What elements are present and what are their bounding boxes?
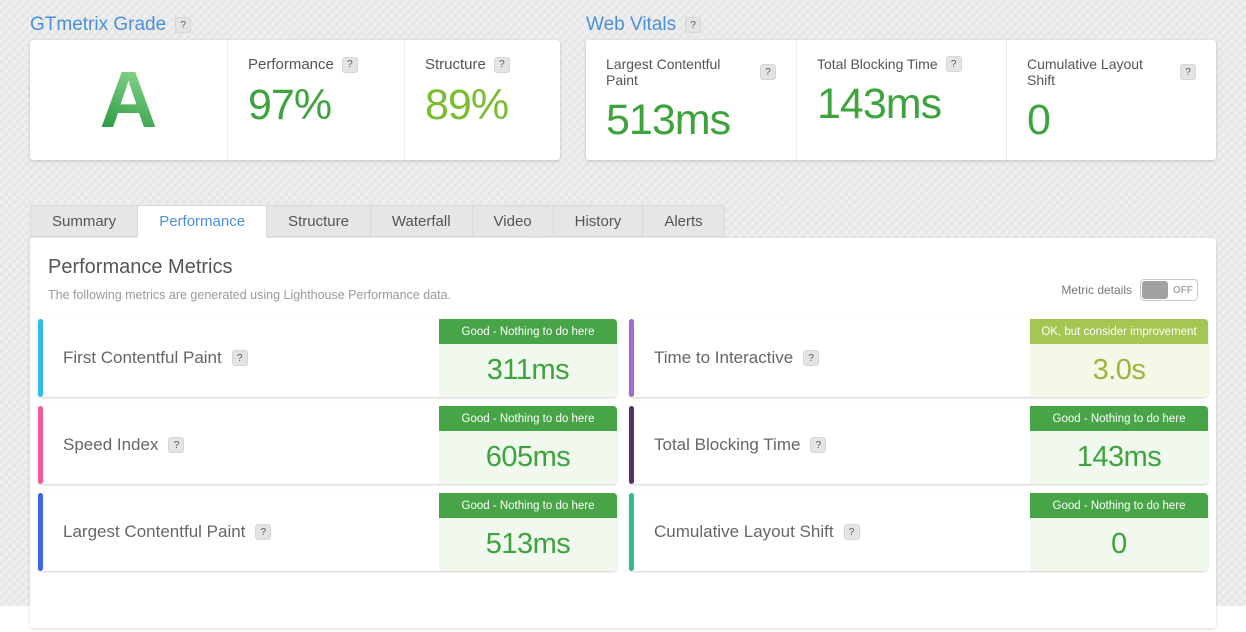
metric-details-toggle[interactable]: OFF <box>1140 279 1198 301</box>
metric-value: 143ms <box>1030 431 1208 484</box>
web-vitals-section: Web Vitals ? Largest Contentful Paint ? … <box>586 10 1216 160</box>
performance-panel: Performance Metrics The following metric… <box>30 238 1216 628</box>
metric-card-largest-contentful-paint: Largest Contentful Paint ? Good - Nothin… <box>38 493 617 571</box>
metric-value: 3.0s <box>1030 344 1208 397</box>
metric-accent-bar <box>629 493 634 571</box>
help-icon[interactable]: ? <box>255 524 272 540</box>
lcp-vital-value: 513ms <box>606 96 731 144</box>
help-icon[interactable]: ? <box>803 350 820 366</box>
metric-details-label: Metric details <box>1061 283 1132 297</box>
cls-vital-value: 0 <box>1027 96 1051 144</box>
metric-card-speed-index: Speed Index ? Good - Nothing to do here … <box>38 406 617 484</box>
metric-label: Cumulative Layout Shift <box>654 522 834 541</box>
web-vitals-card: Largest Contentful Paint ? 513ms Total B… <box>586 40 1216 160</box>
tab-summary[interactable]: Summary <box>30 205 138 237</box>
status-badge: Good - Nothing to do here <box>439 493 617 518</box>
metric-details-toggle-group: Metric details OFF <box>1061 279 1198 301</box>
panel-header-text: Performance Metrics The following metric… <box>48 256 451 302</box>
metric-card-first-contentful-paint: First Contentful Paint ? Good - Nothing … <box>38 319 617 397</box>
cls-vital-label: Cumulative Layout Shift <box>1027 56 1143 88</box>
metric-label: First Contentful Paint <box>63 348 222 367</box>
tab-history[interactable]: History <box>552 205 643 237</box>
performance-score-cell: Performance ? 97% <box>227 40 404 160</box>
metric-cards-grid: First Contentful Paint ? Good - Nothing … <box>38 319 1208 571</box>
status-badge: OK, but consider improvement <box>1030 319 1208 344</box>
web-vitals-header: Web Vitals ? <box>586 10 1216 40</box>
metric-result: Good - Nothing to do here 0 <box>1030 493 1208 571</box>
tab-alerts[interactable]: Alerts <box>642 205 725 237</box>
help-icon[interactable]: ? <box>810 437 827 453</box>
grade-section-title: GTmetrix Grade <box>30 14 167 35</box>
metric-result: Good - Nothing to do here 143ms <box>1030 406 1208 484</box>
help-icon[interactable]: ? <box>175 17 192 33</box>
grade-letter-cell: A <box>30 40 227 160</box>
grade-section-header: GTmetrix Grade ? <box>30 10 560 40</box>
gtmetrix-report-page: GTmetrix Grade ? A Performance ? 97% Str… <box>0 0 1246 632</box>
metric-card-cumulative-layout-shift: Cumulative Layout Shift ? Good - Nothing… <box>629 493 1208 571</box>
structure-score-value: 89% <box>425 81 509 129</box>
toggle-state-text: OFF <box>1173 284 1193 296</box>
panel-subtitle: The following metrics are generated usin… <box>48 288 452 302</box>
metric-accent-bar <box>629 319 634 397</box>
metric-accent-bar <box>38 406 43 484</box>
help-icon[interactable]: ? <box>341 56 358 73</box>
status-badge: Good - Nothing to do here <box>439 406 617 431</box>
grade-card: A Performance ? 97% Structure ? 89% <box>30 40 560 160</box>
performance-score-value: 97% <box>248 81 332 129</box>
tbt-vital-cell: Total Blocking Time ? 143ms <box>796 40 1006 160</box>
grade-letter: A <box>99 55 158 144</box>
structure-score-cell: Structure ? 89% <box>404 40 560 160</box>
metric-label: Largest Contentful Paint <box>63 522 246 541</box>
panel-header: Performance Metrics The following metric… <box>38 256 1208 302</box>
tbt-vital-value: 143ms <box>817 80 942 128</box>
tbt-vital-label: Total Blocking Time <box>817 56 938 72</box>
help-icon[interactable]: ? <box>685 17 702 33</box>
status-badge: Good - Nothing to do here <box>1030 493 1208 518</box>
panel-title: Performance Metrics <box>48 256 233 278</box>
metric-result: Good - Nothing to do here 513ms <box>439 493 617 571</box>
metric-value: 0 <box>1030 518 1208 571</box>
toggle-knob <box>1142 281 1168 299</box>
lcp-vital-cell: Largest Contentful Paint ? 513ms <box>586 40 796 160</box>
report-tabbar: Summary Performance Structure Waterfall … <box>30 205 1216 238</box>
grade-section: GTmetrix Grade ? A Performance ? 97% Str… <box>30 10 560 160</box>
help-icon[interactable]: ? <box>843 524 860 540</box>
metric-value: 513ms <box>439 518 617 571</box>
tab-waterfall[interactable]: Waterfall <box>369 205 472 237</box>
metric-accent-bar <box>629 406 634 484</box>
lcp-vital-label: Largest Contentful Paint <box>606 56 721 88</box>
cls-vital-cell: Cumulative Layout Shift ? 0 <box>1006 40 1216 160</box>
metric-card-total-blocking-time: Total Blocking Time ? Good - Nothing to … <box>629 406 1208 484</box>
metric-result: Good - Nothing to do here 311ms <box>439 319 617 397</box>
metric-label: Total Blocking Time <box>654 435 801 454</box>
status-badge: Good - Nothing to do here <box>1030 406 1208 431</box>
structure-score-label: Structure <box>425 56 486 73</box>
metric-accent-bar <box>38 493 43 571</box>
help-icon[interactable]: ? <box>493 56 510 73</box>
metric-result: OK, but consider improvement 3.0s <box>1030 319 1208 397</box>
top-dashboard: GTmetrix Grade ? A Performance ? 97% Str… <box>30 10 1216 160</box>
web-vitals-title: Web Vitals <box>586 14 677 35</box>
help-icon[interactable]: ? <box>1180 64 1196 80</box>
tab-video[interactable]: Video <box>471 205 553 237</box>
metric-card-time-to-interactive: Time to Interactive ? OK, but consider i… <box>629 319 1208 397</box>
metric-label: Time to Interactive <box>654 348 794 367</box>
performance-score-label: Performance <box>248 56 334 73</box>
metric-value: 311ms <box>439 344 617 397</box>
help-icon[interactable]: ? <box>168 437 185 453</box>
status-badge: Good - Nothing to do here <box>439 319 617 344</box>
help-icon[interactable]: ? <box>231 350 248 366</box>
metric-label: Speed Index <box>63 435 159 454</box>
metric-accent-bar <box>38 319 43 397</box>
help-icon[interactable]: ? <box>945 56 962 72</box>
metric-value: 605ms <box>439 431 617 484</box>
tab-performance[interactable]: Performance <box>137 205 267 238</box>
help-icon[interactable]: ? <box>760 64 776 80</box>
metric-result: Good - Nothing to do here 605ms <box>439 406 617 484</box>
tab-structure[interactable]: Structure <box>266 205 370 237</box>
